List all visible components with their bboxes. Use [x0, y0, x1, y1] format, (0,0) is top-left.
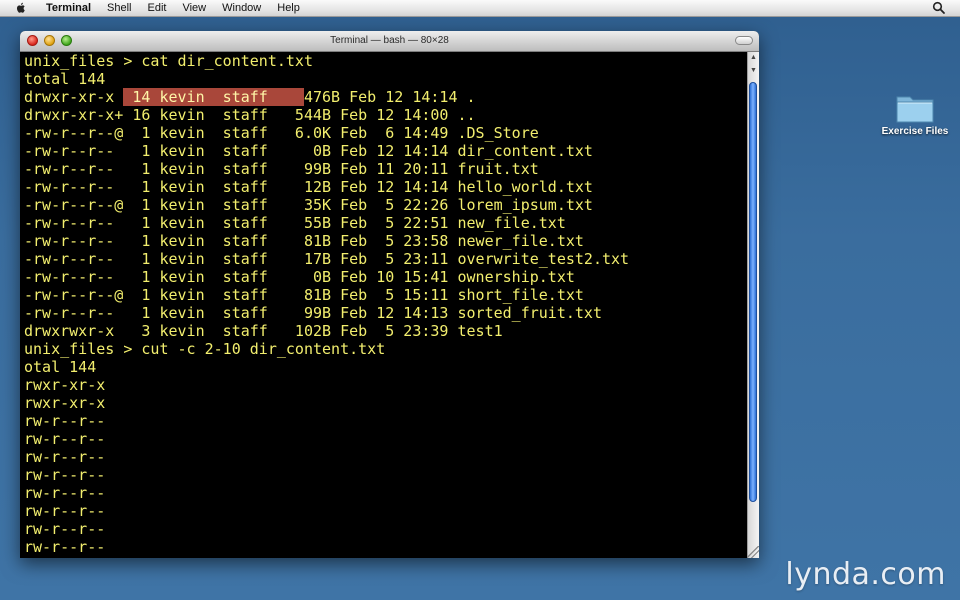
scrollbar-thumb[interactable]: [749, 82, 757, 502]
desktop-folder-exercise-files[interactable]: Exercise Files: [880, 92, 950, 137]
terminal-line: total 144: [24, 70, 106, 88]
resize-grip-icon[interactable]: [747, 546, 759, 558]
menu-help[interactable]: Help: [269, 0, 308, 16]
terminal-line: rw-r--r--: [24, 448, 106, 466]
window-title: Terminal — bash — 80×28: [330, 35, 449, 46]
folder-icon: [896, 96, 934, 123]
terminal-line: rw-r--r--: [24, 484, 106, 502]
terminal-line: rw-r--r--: [24, 520, 106, 538]
terminal-window: Terminal — bash — 80×28 unix_files > cat…: [20, 31, 759, 558]
terminal-line: -rw-r--r-- 1 kevin staff 0B Feb 10 15:41…: [24, 268, 575, 286]
scroll-down-arrow-icon[interactable]: ▼: [748, 65, 759, 76]
terminal-line: rw-r--r--: [24, 430, 106, 448]
text-selection-highlight[interactable]: 14 kevin staff: [123, 88, 304, 106]
desktop-icon-label: Exercise Files: [881, 126, 949, 137]
terminal-line: -rw-r--r-- 1 kevin staff 55B Feb 5 22:51…: [24, 214, 566, 232]
menu-window[interactable]: Window: [214, 0, 269, 16]
menu-edit[interactable]: Edit: [140, 0, 175, 16]
terminal-line: -rw-r--r-- 1 kevin staff 81B Feb 5 23:58…: [24, 232, 584, 250]
apple-logo-icon[interactable]: [14, 1, 28, 15]
terminal-line: -rw-r--r--@ 1 kevin staff 81B Feb 5 15:1…: [24, 286, 584, 304]
vertical-scrollbar[interactable]: ▲ ▼: [747, 52, 759, 558]
lynda-watermark: lynda.com: [785, 557, 946, 592]
terminal-line: rw-r--r--: [24, 502, 106, 520]
terminal-line: rw-r--r--: [24, 466, 106, 484]
terminal-line: -rw-r--r-- 1 kevin staff 99B Feb 12 14:1…: [24, 304, 602, 322]
terminal-line: rwxr-xr-x: [24, 376, 106, 394]
terminal-line: -rw-r--r--@ 1 kevin staff 6.0K Feb 6 14:…: [24, 124, 539, 142]
terminal-output[interactable]: unix_files > cat dir_content.txt total 14…: [20, 52, 747, 558]
menu-view[interactable]: View: [174, 0, 214, 16]
scroll-up-arrow-icon[interactable]: ▲: [748, 52, 759, 63]
terminal-line: -rw-r--r-- 1 kevin staff 0B Feb 12 14:14…: [24, 142, 593, 160]
terminal-line: rw-r--r--: [24, 538, 106, 556]
terminal-line: -rw-r--r--@ 1 kevin staff 35K Feb 5 22:2…: [24, 196, 593, 214]
menu-bar: Terminal Shell Edit View Window Help: [0, 0, 960, 17]
terminal-line: unix_files > cut -c 2-10 dir_content.txt: [24, 340, 386, 358]
terminal-line: -rw-r--r-- 1 kevin staff 99B Feb 11 20:1…: [24, 160, 539, 178]
terminal-line: -rw-r--r-- 1 kevin staff 12B Feb 12 14:1…: [24, 178, 593, 196]
menu-app-terminal[interactable]: Terminal: [38, 0, 99, 16]
window-titlebar[interactable]: Terminal — bash — 80×28: [20, 31, 759, 52]
terminal-line: otal 144: [24, 358, 97, 376]
terminal-line: rw-r--r--: [24, 412, 106, 430]
spotlight-search-icon[interactable]: [932, 1, 946, 15]
terminal-line: drwxr-xr-x+ 16 kevin staff 544B Feb 12 1…: [24, 106, 476, 124]
menu-shell[interactable]: Shell: [99, 0, 139, 16]
terminal-line-prefix: drwxr-xr-x: [24, 88, 124, 106]
terminal-line: drwxr-xr-x 14 kevin staff 476B Feb 12 14…: [24, 88, 747, 106]
terminal-line: -rw-r--r-- 1 kevin staff 17B Feb 5 23:11…: [24, 250, 630, 268]
terminal-line: unix_files > cat dir_content.txt: [24, 52, 313, 70]
terminal-line: rwxr-xr-x: [24, 394, 106, 412]
terminal-line-suffix: 476B Feb 12 14:14 .: [303, 88, 476, 106]
terminal-line: drwxrwxr-x 3 kevin staff 102B Feb 5 23:3…: [24, 322, 503, 340]
toolbar-toggle-button[interactable]: [735, 36, 753, 45]
